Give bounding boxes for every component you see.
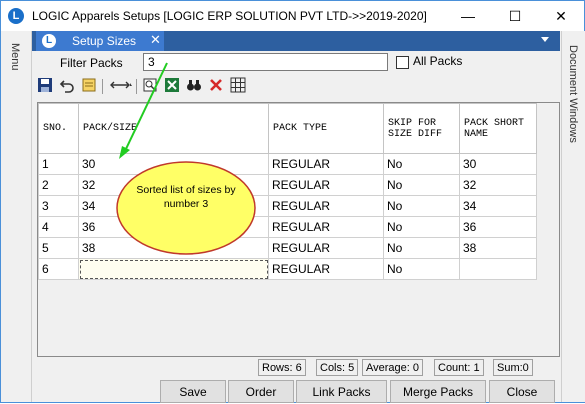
data-grid[interactable]: SNO. PACK/SIZE PACK TYPE SKIP FOR SIZE D…: [37, 102, 560, 357]
title-bar: L LOGIC Apparels Setups [LOGIC ERP SOLUT…: [1, 1, 584, 31]
cell-sno[interactable]: 4: [38, 216, 79, 238]
cell-pack-size[interactable]: 36: [78, 216, 269, 238]
toolbar-separator: [102, 79, 103, 94]
cell-skip-for-size-diff[interactable]: No: [383, 153, 460, 175]
tab-setup-sizes[interactable]: L Setup Sizes ✕: [36, 31, 164, 51]
merge-packs-button[interactable]: Merge Packs: [390, 380, 486, 403]
cell-pack-type[interactable]: REGULAR: [268, 237, 384, 259]
side-menu-label[interactable]: Menu: [9, 43, 21, 71]
table-row[interactable]: 6 REGULAR No: [38, 258, 537, 280]
cell-pack-type[interactable]: REGULAR: [268, 153, 384, 175]
cell-pack-short-name[interactable]: 34: [459, 195, 537, 217]
cell-sno[interactable]: 6: [38, 258, 79, 280]
filter-packs-input[interactable]: [143, 53, 388, 71]
excel-icon[interactable]: [163, 77, 181, 95]
cell-skip-for-size-diff[interactable]: No: [383, 216, 460, 238]
column-header-sno[interactable]: SNO.: [38, 103, 79, 154]
cell-sno[interactable]: 2: [38, 174, 79, 196]
maximize-button[interactable]: ☐: [492, 1, 538, 31]
find-icon[interactable]: [185, 77, 203, 95]
table-row[interactable]: 4 36 REGULAR No 36: [38, 216, 537, 238]
save-button[interactable]: Save: [160, 380, 226, 403]
status-average: Average: 0: [362, 359, 424, 376]
cell-sno[interactable]: 1: [38, 153, 79, 175]
link-packs-button[interactable]: Link Packs: [296, 380, 387, 403]
cell-skip-for-size-diff[interactable]: No: [383, 195, 460, 217]
cell-pack-short-name[interactable]: 30: [459, 153, 537, 175]
table-header-row: SNO. PACK/SIZE PACK TYPE SKIP FOR SIZE D…: [38, 103, 537, 154]
tab-label: Setup Sizes: [72, 34, 137, 48]
minimize-button[interactable]: —: [445, 1, 491, 31]
column-header-pack-short-name[interactable]: PACK SHORT NAME: [459, 103, 537, 154]
tab-close-icon[interactable]: ✕: [150, 32, 161, 48]
column-header-pack-type[interactable]: PACK TYPE: [268, 103, 384, 154]
document-windows-panel[interactable]: Document Windows: [561, 31, 585, 402]
sizes-table[interactable]: SNO. PACK/SIZE PACK TYPE SKIP FOR SIZE D…: [38, 103, 537, 280]
status-count: Count: 1: [434, 359, 484, 376]
close-button[interactable]: Close: [489, 380, 555, 403]
window-title: LOGIC Apparels Setups [LOGIC ERP SOLUTIO…: [32, 9, 427, 23]
tab-logo-icon: L: [42, 34, 56, 48]
cell-pack-short-name[interactable]: 36: [459, 216, 537, 238]
notes-icon[interactable]: [80, 77, 98, 95]
table-row[interactable]: 5 38 REGULAR No 38: [38, 237, 537, 259]
cell-skip-for-size-diff[interactable]: No: [383, 174, 460, 196]
column-header-pack-size[interactable]: PACK/SIZE: [78, 103, 269, 154]
save-icon[interactable]: [36, 77, 54, 95]
tab-strip: L Setup Sizes ✕: [32, 31, 560, 51]
all-packs-checkbox[interactable]: [396, 56, 409, 69]
tab-dropdown-icon[interactable]: [541, 37, 549, 42]
table-row[interactable]: 2 32 REGULAR No 32: [38, 174, 537, 196]
toolbar-separator: [136, 79, 137, 94]
grid-icon[interactable]: [229, 77, 247, 95]
document-windows-label[interactable]: Document Windows: [567, 45, 579, 143]
status-rows: Rows: 6: [258, 359, 306, 376]
cell-pack-type[interactable]: REGULAR: [268, 258, 384, 280]
app-window: L LOGIC Apparels Setups [LOGIC ERP SOLUT…: [0, 0, 585, 403]
cell-pack-short-name[interactable]: [459, 258, 537, 280]
cell-sno[interactable]: 5: [38, 237, 79, 259]
status-cols: Cols: 5: [316, 359, 359, 376]
table-body: 1 30 REGULAR No 30 2 32 REGULAR No 32 3 34 REGULAR No…: [38, 153, 537, 280]
delete-icon[interactable]: [207, 77, 225, 95]
order-button[interactable]: Order: [228, 380, 294, 403]
undo-icon[interactable]: [58, 77, 76, 95]
status-sum: Sum:0: [493, 359, 533, 376]
cell-skip-for-size-diff[interactable]: No: [383, 237, 460, 259]
cell-pack-size[interactable]: 30: [78, 153, 269, 175]
all-packs-label: All Packs: [413, 54, 463, 68]
cell-pack-size[interactable]: [78, 258, 269, 280]
cell-skip-for-size-diff[interactable]: No: [383, 258, 460, 280]
cell-pack-short-name[interactable]: 32: [459, 174, 537, 196]
cell-pack-type[interactable]: REGULAR: [268, 195, 384, 217]
app-logo-icon: L: [8, 8, 24, 24]
table-row[interactable]: 3 34 REGULAR No 34: [38, 195, 537, 217]
column-width-icon[interactable]: [108, 77, 134, 95]
close-window-button[interactable]: ✕: [538, 1, 584, 31]
table-row[interactable]: 1 30 REGULAR No 30: [38, 153, 537, 175]
side-menu-panel[interactable]: Menu: [1, 31, 32, 402]
cell-pack-type[interactable]: REGULAR: [268, 174, 384, 196]
callout-text: Sorted list of sizes by number 3: [136, 184, 236, 210]
cell-pack-short-name[interactable]: 38: [459, 237, 537, 259]
print-preview-icon[interactable]: [141, 77, 159, 95]
cell-pack-type[interactable]: REGULAR: [268, 216, 384, 238]
cell-sno[interactable]: 3: [38, 195, 79, 217]
filter-packs-label: Filter Packs: [60, 56, 123, 70]
column-header-skip-for-size-diff[interactable]: SKIP FOR SIZE DIFF: [383, 103, 460, 154]
cell-pack-size[interactable]: 38: [78, 237, 269, 259]
